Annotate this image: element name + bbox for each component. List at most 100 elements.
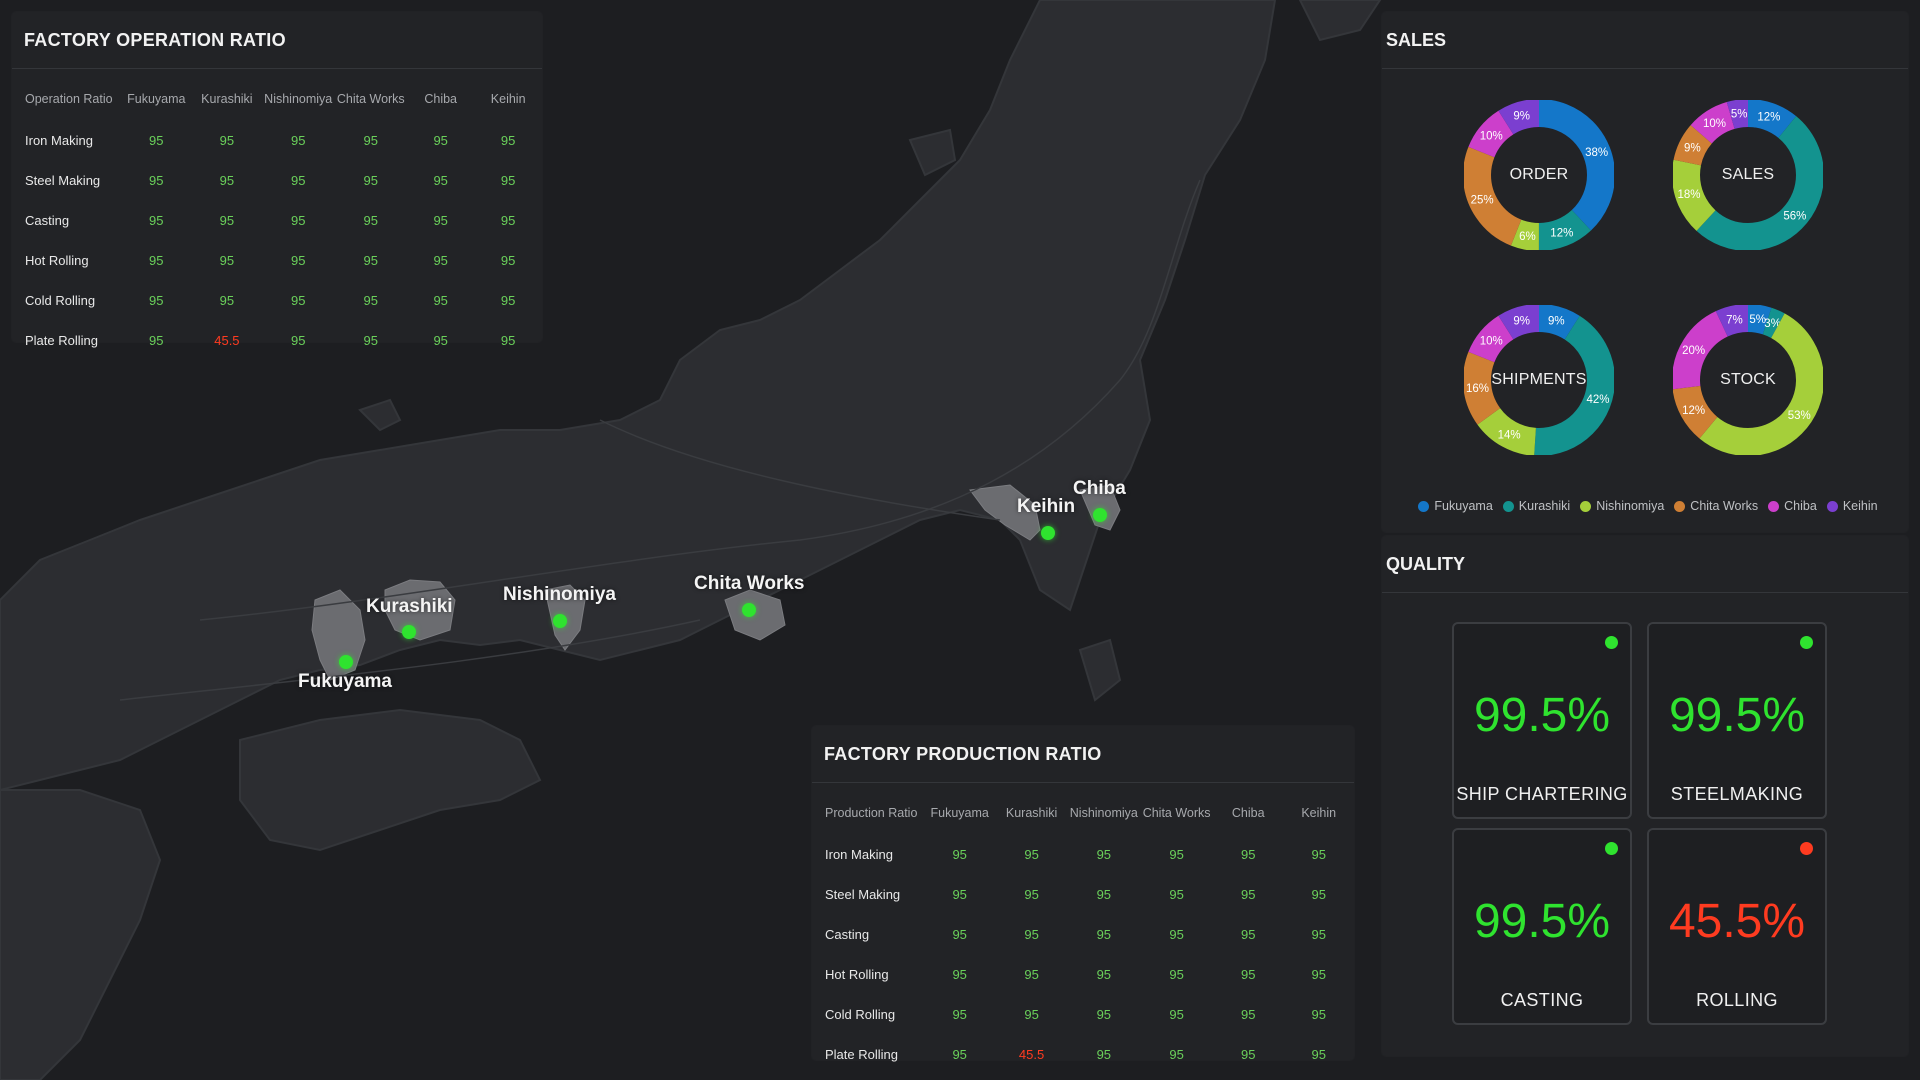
table-row: Steel Making 95 95 95 95 95 95 xyxy=(824,874,1354,914)
ratio-cell: 95 xyxy=(219,292,235,308)
ratio-cell: 95 xyxy=(433,132,448,148)
operation-header-chita-works: Chita Works xyxy=(336,92,405,106)
chita-works-marker[interactable] xyxy=(742,603,756,617)
kurashiki-marker[interactable] xyxy=(402,625,416,639)
ratio-cell: 95 xyxy=(1240,926,1256,942)
legend-item-chiba[interactable]: Chiba xyxy=(1768,499,1817,513)
ratio-cell: 95 xyxy=(1096,1006,1112,1022)
legend-item-kurashiki[interactable]: Kurashiki xyxy=(1502,499,1571,513)
ratio-cell: 95 xyxy=(433,252,448,268)
legend-dot-icon xyxy=(1580,500,1592,512)
nishinomiya-marker[interactable] xyxy=(553,614,567,628)
ratio-cell: 95 xyxy=(363,252,378,268)
ratio-cell: 95 xyxy=(1169,846,1184,862)
table-row: Plate Rolling 95 45.5 95 95 95 95 xyxy=(24,320,542,360)
ratio-cell: 95 xyxy=(149,172,164,188)
ratio-cell: 95 xyxy=(363,212,378,228)
legend-item-keihin[interactable]: Keihin xyxy=(1826,499,1878,513)
row-label: Hot Rolling xyxy=(25,252,89,268)
production-ratio-table: Production Ratio Fukuyama Kurashiki Nishino… xyxy=(824,783,1354,1074)
status-dot-icon xyxy=(1800,842,1813,855)
table-row: Iron Making 95 95 95 95 95 95 xyxy=(824,834,1354,874)
ratio-cell: 95 xyxy=(500,292,516,308)
place-label-kurashiki: Kurashiki xyxy=(366,596,453,617)
ratio-cell: 95 xyxy=(500,172,516,188)
donut-sales[interactable]: 12% 56% 18% 9% 10% 5% SALES xyxy=(1673,100,1823,260)
operation-ratio-panel: FACTORY OPERATION RATIO Operation Ratio F… xyxy=(12,12,542,348)
ratio-cell: 95 xyxy=(1169,886,1184,902)
donut-title: SHIPMENTS xyxy=(1491,371,1587,388)
legend-item-chita-works[interactable]: Chita Works xyxy=(1674,499,1758,513)
ratio-cell: 95 xyxy=(219,252,235,268)
legend-item-fukuyama[interactable]: Fukuyama xyxy=(1418,499,1493,513)
ratio-cell: 95 xyxy=(433,212,448,228)
quality-card-steelmaking[interactable]: 99.5% STEELMAKING xyxy=(1647,622,1827,819)
ratio-cell: 95 xyxy=(290,172,306,188)
operation-header-chiba: Chiba xyxy=(424,92,458,106)
chiba-marker[interactable] xyxy=(1093,508,1107,522)
ratio-cell: 95 xyxy=(1240,966,1256,982)
ratio-cell: 95 xyxy=(290,332,306,348)
ratio-cell: 95 xyxy=(149,132,164,148)
production-header-fukuyama: Fukuyama xyxy=(930,806,989,820)
ratio-cell: 95 xyxy=(500,132,516,148)
table-row: Cold Rolling 95 95 95 95 95 95 xyxy=(824,994,1354,1034)
ratio-cell: 95 xyxy=(1240,846,1256,862)
ratio-cell: 95 xyxy=(1169,966,1184,982)
ratio-cell: 95 xyxy=(149,212,164,228)
sales-legend: Fukuyama Kurashiki Nishinomiya Chita Works C… xyxy=(1418,499,1878,513)
ratio-cell: 95 xyxy=(363,332,378,348)
legend-label: Chita Works xyxy=(1690,499,1759,513)
quality-title: QUALITY xyxy=(1382,536,1908,593)
operation-header-keihin: Keihin xyxy=(490,92,526,106)
production-header-production-ratio: Production Ratio xyxy=(825,806,918,820)
donut-stock[interactable]: 5% 3% 53% 12% 20% 7% STOCK xyxy=(1673,305,1823,465)
production-header-chita-works: Chita Works xyxy=(1142,806,1211,820)
donut-shipments[interactable]: 9% 42% 14% 16% 10% 9% SHIPMENTS xyxy=(1464,305,1614,465)
donut-title: ORDER xyxy=(1509,166,1569,183)
row-label: Casting xyxy=(825,926,870,942)
table-row: Casting 95 95 95 95 95 95 xyxy=(824,914,1354,954)
quality-label: SHIP CHARTERING xyxy=(1456,784,1628,804)
legend-label: Kurashiki xyxy=(1518,499,1571,513)
status-dot-icon xyxy=(1605,842,1618,855)
quality-panel: QUALITY 99.5% SHIP CHARTERING 99.5% STEELMA… xyxy=(1382,536,1908,1056)
place-label-nishinomiya: Nishinomiya xyxy=(503,584,616,605)
ratio-cell: 95 xyxy=(1240,1006,1256,1022)
table-row: Hot Rolling 95 95 95 95 95 95 xyxy=(824,954,1354,994)
row-label: Cold Rolling xyxy=(825,1006,896,1022)
status-dot-icon xyxy=(1605,636,1618,649)
legend-item-nishinomiya[interactable]: Nishinomiya xyxy=(1580,499,1664,513)
legend-label: Chiba xyxy=(1784,499,1817,513)
ratio-cell: 95 xyxy=(363,292,378,308)
row-label: Steel Making xyxy=(25,172,101,188)
quality-card-rolling[interactable]: 45.5% ROLLING xyxy=(1647,828,1827,1025)
ratio-cell: 95 xyxy=(433,292,448,308)
ratio-cell: 95 xyxy=(1096,926,1112,942)
ratio-cell: 95 xyxy=(1311,966,1326,982)
quality-card-ship-chartering[interactable]: 99.5% SHIP CHARTERING xyxy=(1452,622,1632,819)
quality-card-casting[interactable]: 99.5% CASTING xyxy=(1452,828,1632,1025)
quality-value: 99.5% xyxy=(1473,895,1611,948)
keihin-marker[interactable] xyxy=(1041,526,1055,540)
row-label: Iron Making xyxy=(25,132,93,148)
sales-panel: SALES 38% 12% 6% 25% 10% 9% ORDER 12% 56% 18% 9% 10… xyxy=(1382,12,1908,532)
row-label: Casting xyxy=(25,212,70,228)
fukuyama-marker[interactable] xyxy=(339,655,353,669)
ratio-cell: 95 xyxy=(1024,846,1039,862)
table-row: Plate Rolling 95 45.5 95 95 95 95 xyxy=(824,1034,1354,1074)
donut-order[interactable]: 38% 12% 6% 25% 10% 9% ORDER xyxy=(1464,100,1614,260)
row-label: Plate Rolling xyxy=(825,1046,898,1062)
ratio-cell: 95 xyxy=(1096,966,1112,982)
ratio-cell: 95 xyxy=(149,252,164,268)
operation-header-fukuyama: Fukuyama xyxy=(127,92,186,106)
operation-ratio-title: FACTORY OPERATION RATIO xyxy=(12,12,542,69)
production-ratio-panel: FACTORY PRODUCTION RATIO Production Rati… xyxy=(812,726,1354,1062)
ratio-cell: 95 xyxy=(149,332,164,348)
quality-value: 99.5% xyxy=(1668,689,1806,742)
ratio-cell: 95 xyxy=(952,1006,967,1022)
quality-label: STEELMAKING xyxy=(1670,784,1804,804)
ratio-cell: 95 xyxy=(1024,926,1039,942)
production-ratio-title: FACTORY PRODUCTION RATIO xyxy=(812,726,1354,783)
ratio-cell: 95 xyxy=(219,172,235,188)
